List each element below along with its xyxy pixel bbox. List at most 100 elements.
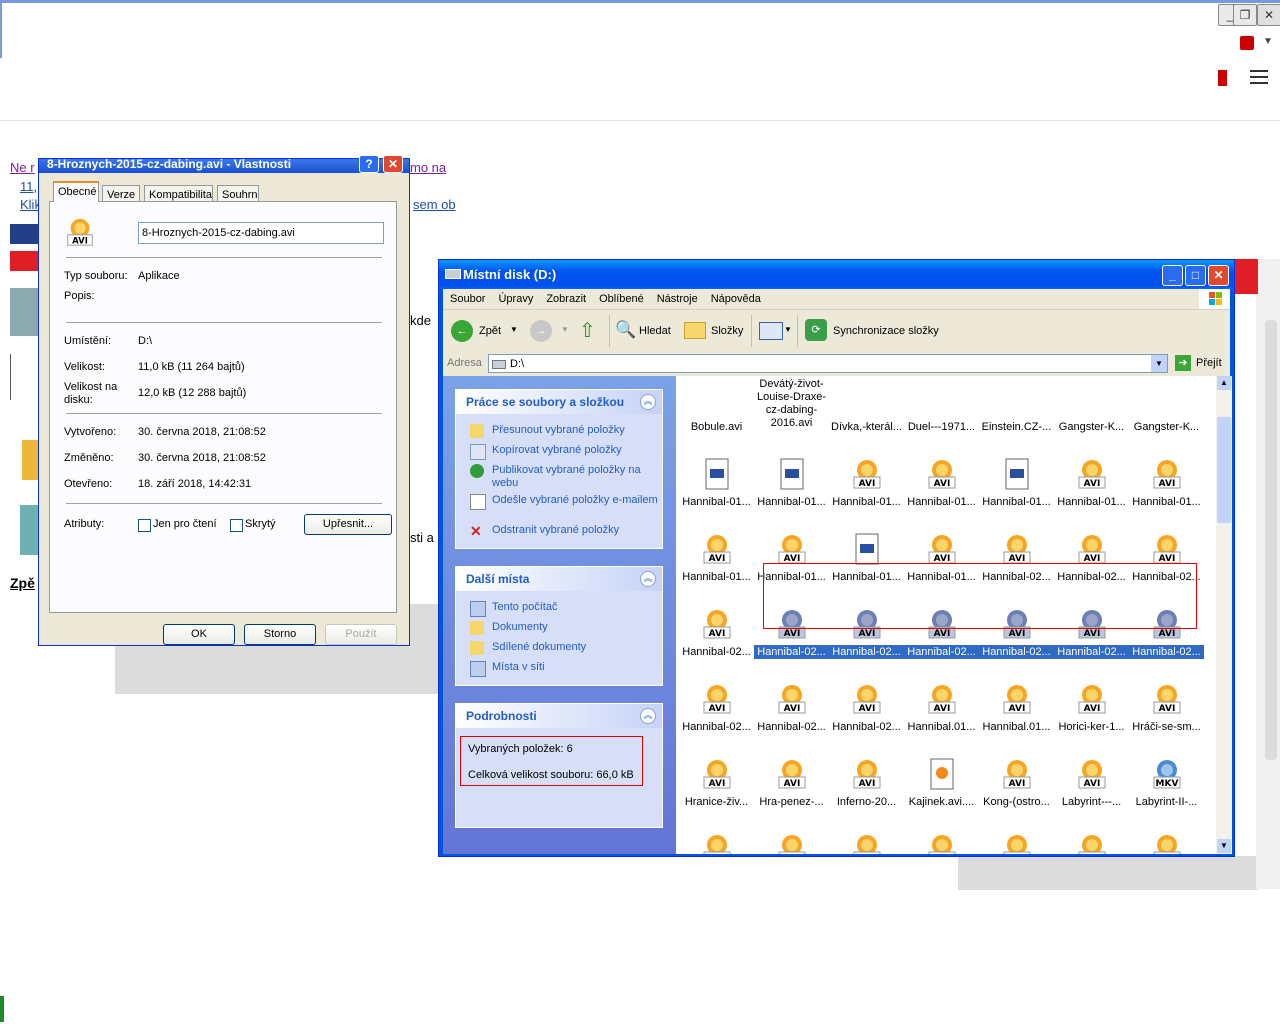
file-item[interactable]: AVI Hranice-živ... [679, 743, 754, 818]
file-item[interactable]: Bobule.avi [679, 376, 754, 443]
tab-general[interactable]: Obecné [53, 181, 99, 202]
bg-link[interactable]: mo na [410, 160, 446, 175]
file-item[interactable]: AVI Hannibal-02... [679, 593, 754, 668]
scroll-up-icon[interactable]: ▲ [1217, 376, 1231, 390]
file-item[interactable]: AVI Hannibal-02... [679, 668, 754, 743]
file-item[interactable]: Hannibal-01... [979, 443, 1054, 518]
file-item[interactable]: Gangster-K... [1054, 376, 1129, 443]
back-button[interactable]: Zpět [479, 325, 501, 337]
menu-view[interactable]: Zobrazit [539, 289, 592, 305]
browser-restore-button[interactable]: ❐ [1233, 4, 1257, 26]
menu-edit[interactable]: Úpravy [491, 289, 539, 305]
file-item[interactable]: AVILek-na-zivo... [904, 818, 979, 854]
views-dropdown-icon[interactable]: ▼ [784, 325, 792, 334]
file-item[interactable]: AVI Hannibal-01... [679, 518, 754, 593]
views-icon[interactable] [759, 322, 783, 340]
sync-icon[interactable]: ⟳ [805, 319, 827, 341]
search-button[interactable]: Hledat [639, 325, 671, 337]
file-item[interactable]: AVI Hannibal-02... [829, 668, 904, 743]
address-dropdown-icon[interactable]: ▼ [1151, 355, 1167, 372]
folders-icon[interactable] [684, 322, 706, 339]
forward-arrow-icon[interactable]: → [530, 320, 552, 342]
file-item[interactable]: Hannibal-01... [679, 443, 754, 518]
help-button[interactable]: ? [359, 155, 379, 173]
file-item[interactable]: Kajinek.avi.... [904, 743, 979, 818]
ok-button[interactable]: OK [163, 624, 235, 645]
file-item[interactable]: AVI Hannibal.01... [904, 668, 979, 743]
file-item[interactable]: AVI Hannibal.01... [979, 668, 1054, 743]
folders-button[interactable]: Složky [711, 325, 743, 337]
addon-icon[interactable] [1240, 36, 1254, 50]
dialog-title[interactable]: 8-Hroznych-2015-cz-dabing.avi - Vlastnos… [39, 159, 409, 173]
file-item[interactable]: AVI Hannibal-01... [904, 443, 979, 518]
cancel-button[interactable]: Storno [244, 624, 316, 645]
file-item[interactable]: AVILabyrint-II... [829, 818, 904, 854]
scroll-down-icon[interactable]: ▼ [1217, 839, 1231, 853]
readonly-label[interactable]: Jen pro čtení [153, 518, 217, 530]
menu-tools[interactable]: Nástroje [650, 289, 704, 305]
menu-favorites[interactable]: Oblíbené [592, 289, 650, 305]
file-item[interactable]: AVIMaigret-a-p... [1129, 818, 1204, 854]
sync-folder-button[interactable]: Synchronizace složky [833, 325, 939, 337]
file-item[interactable]: AVILída-Baaro... [979, 818, 1054, 854]
maximize-button[interactable]: □ [1185, 265, 1206, 286]
chevron-down-icon[interactable]: ▼ [1263, 36, 1273, 47]
hidden-checkbox[interactable] [230, 519, 243, 532]
back-dropdown-icon[interactable]: ▼ [510, 325, 518, 334]
file-item[interactable]: AVI Horici-ker-1... [1054, 668, 1129, 743]
back-link[interactable]: Zpě [10, 575, 35, 591]
file-item[interactable]: AVILoupež-ve-... [1054, 818, 1129, 854]
go-arrow-icon[interactable]: ➜ [1175, 355, 1191, 371]
details-title[interactable]: Podrobnosti [456, 704, 662, 728]
forward-dropdown-icon[interactable]: ▼ [561, 325, 569, 334]
bg-link[interactable]: Ne r [10, 160, 35, 175]
collapse-icon[interactable]: ︽ [640, 708, 656, 724]
bg-link[interactable]: sem ob [413, 197, 456, 212]
collapse-icon[interactable]: ︽ [640, 571, 656, 587]
go-button[interactable]: Přejít [1196, 357, 1222, 369]
scroll-thumb[interactable] [1217, 417, 1231, 523]
menu-help[interactable]: Nápověda [704, 289, 767, 305]
advanced-button[interactable]: Upřesnit... [304, 514, 392, 535]
file-item[interactable]: AVI Hannibal-01... [829, 443, 904, 518]
bg-scroll-thumb[interactable] [1265, 320, 1277, 760]
up-folder-icon[interactable]: ⇧ [579, 318, 601, 342]
file-item[interactable]: AVI Hráči-se-sm... [1129, 668, 1204, 743]
bg-link[interactable]: 11, [20, 179, 37, 194]
menu-icon[interactable] [1244, 66, 1274, 92]
file-item[interactable]: AVI Kong-(ostro... [979, 743, 1054, 818]
file-item[interactable]: AVI Inferno-20... [829, 743, 904, 818]
file-item[interactable]: Dívka,-kterál... [829, 376, 904, 443]
close-button[interactable]: ✕ [383, 155, 403, 173]
menu-file[interactable]: Soubor [443, 289, 491, 305]
file-tasks-title[interactable]: Práce se soubory a složkou [456, 390, 662, 414]
file-item[interactable]: Einstein.CZ-... [979, 376, 1054, 443]
file-item[interactable]: Hannibal-01... [754, 443, 829, 518]
file-item[interactable]: AVI Labyrint---... [1054, 743, 1129, 818]
file-item[interactable]: Gangster-K... [1129, 376, 1204, 443]
explorer-title[interactable]: Místní disk (D:) [439, 260, 1234, 289]
readonly-checkbox[interactable] [138, 519, 151, 532]
other-places-title[interactable]: Další místa [456, 567, 662, 591]
hidden-label[interactable]: Skrytý [245, 518, 276, 530]
vertical-scrollbar[interactable]: ▲ ▼ [1216, 376, 1232, 854]
file-item[interactable]: AVILabyrint-II--... [754, 818, 829, 854]
file-item[interactable]: MKV Labyrint-II-... [1129, 743, 1204, 818]
back-arrow-icon[interactable]: ← [451, 320, 473, 342]
file-item[interactable]: Duel---1971... [904, 376, 979, 443]
minimize-button[interactable]: _ [1162, 265, 1183, 286]
close-button[interactable]: ✕ [1208, 265, 1229, 286]
apply-button[interactable]: Použít [325, 624, 397, 645]
file-item[interactable]: Devátý-život-Louise-Draxe-cz-dabing-2016… [754, 376, 829, 443]
file-item[interactable]: AVI Hannibal-01... [1054, 443, 1129, 518]
file-item[interactable]: AVI Hra-penez-... [754, 743, 829, 818]
filename-field[interactable]: 8-Hroznych-2015-cz-dabing.avi [138, 222, 384, 244]
collapse-icon[interactable]: ︽ [640, 394, 656, 410]
search-icon[interactable]: 🔍 [615, 320, 636, 340]
file-item[interactable]: AVI Hannibal-02... [754, 668, 829, 743]
browser-close-button[interactable]: ✕ [1257, 4, 1280, 26]
file-item[interactable]: AVI Hannibal-01... [1129, 443, 1204, 518]
address-field[interactable]: D:\ ▼ [488, 354, 1168, 373]
file-item[interactable]: AVILabyrint-II-... [679, 818, 754, 854]
addon-icon-2[interactable] [1218, 70, 1227, 86]
